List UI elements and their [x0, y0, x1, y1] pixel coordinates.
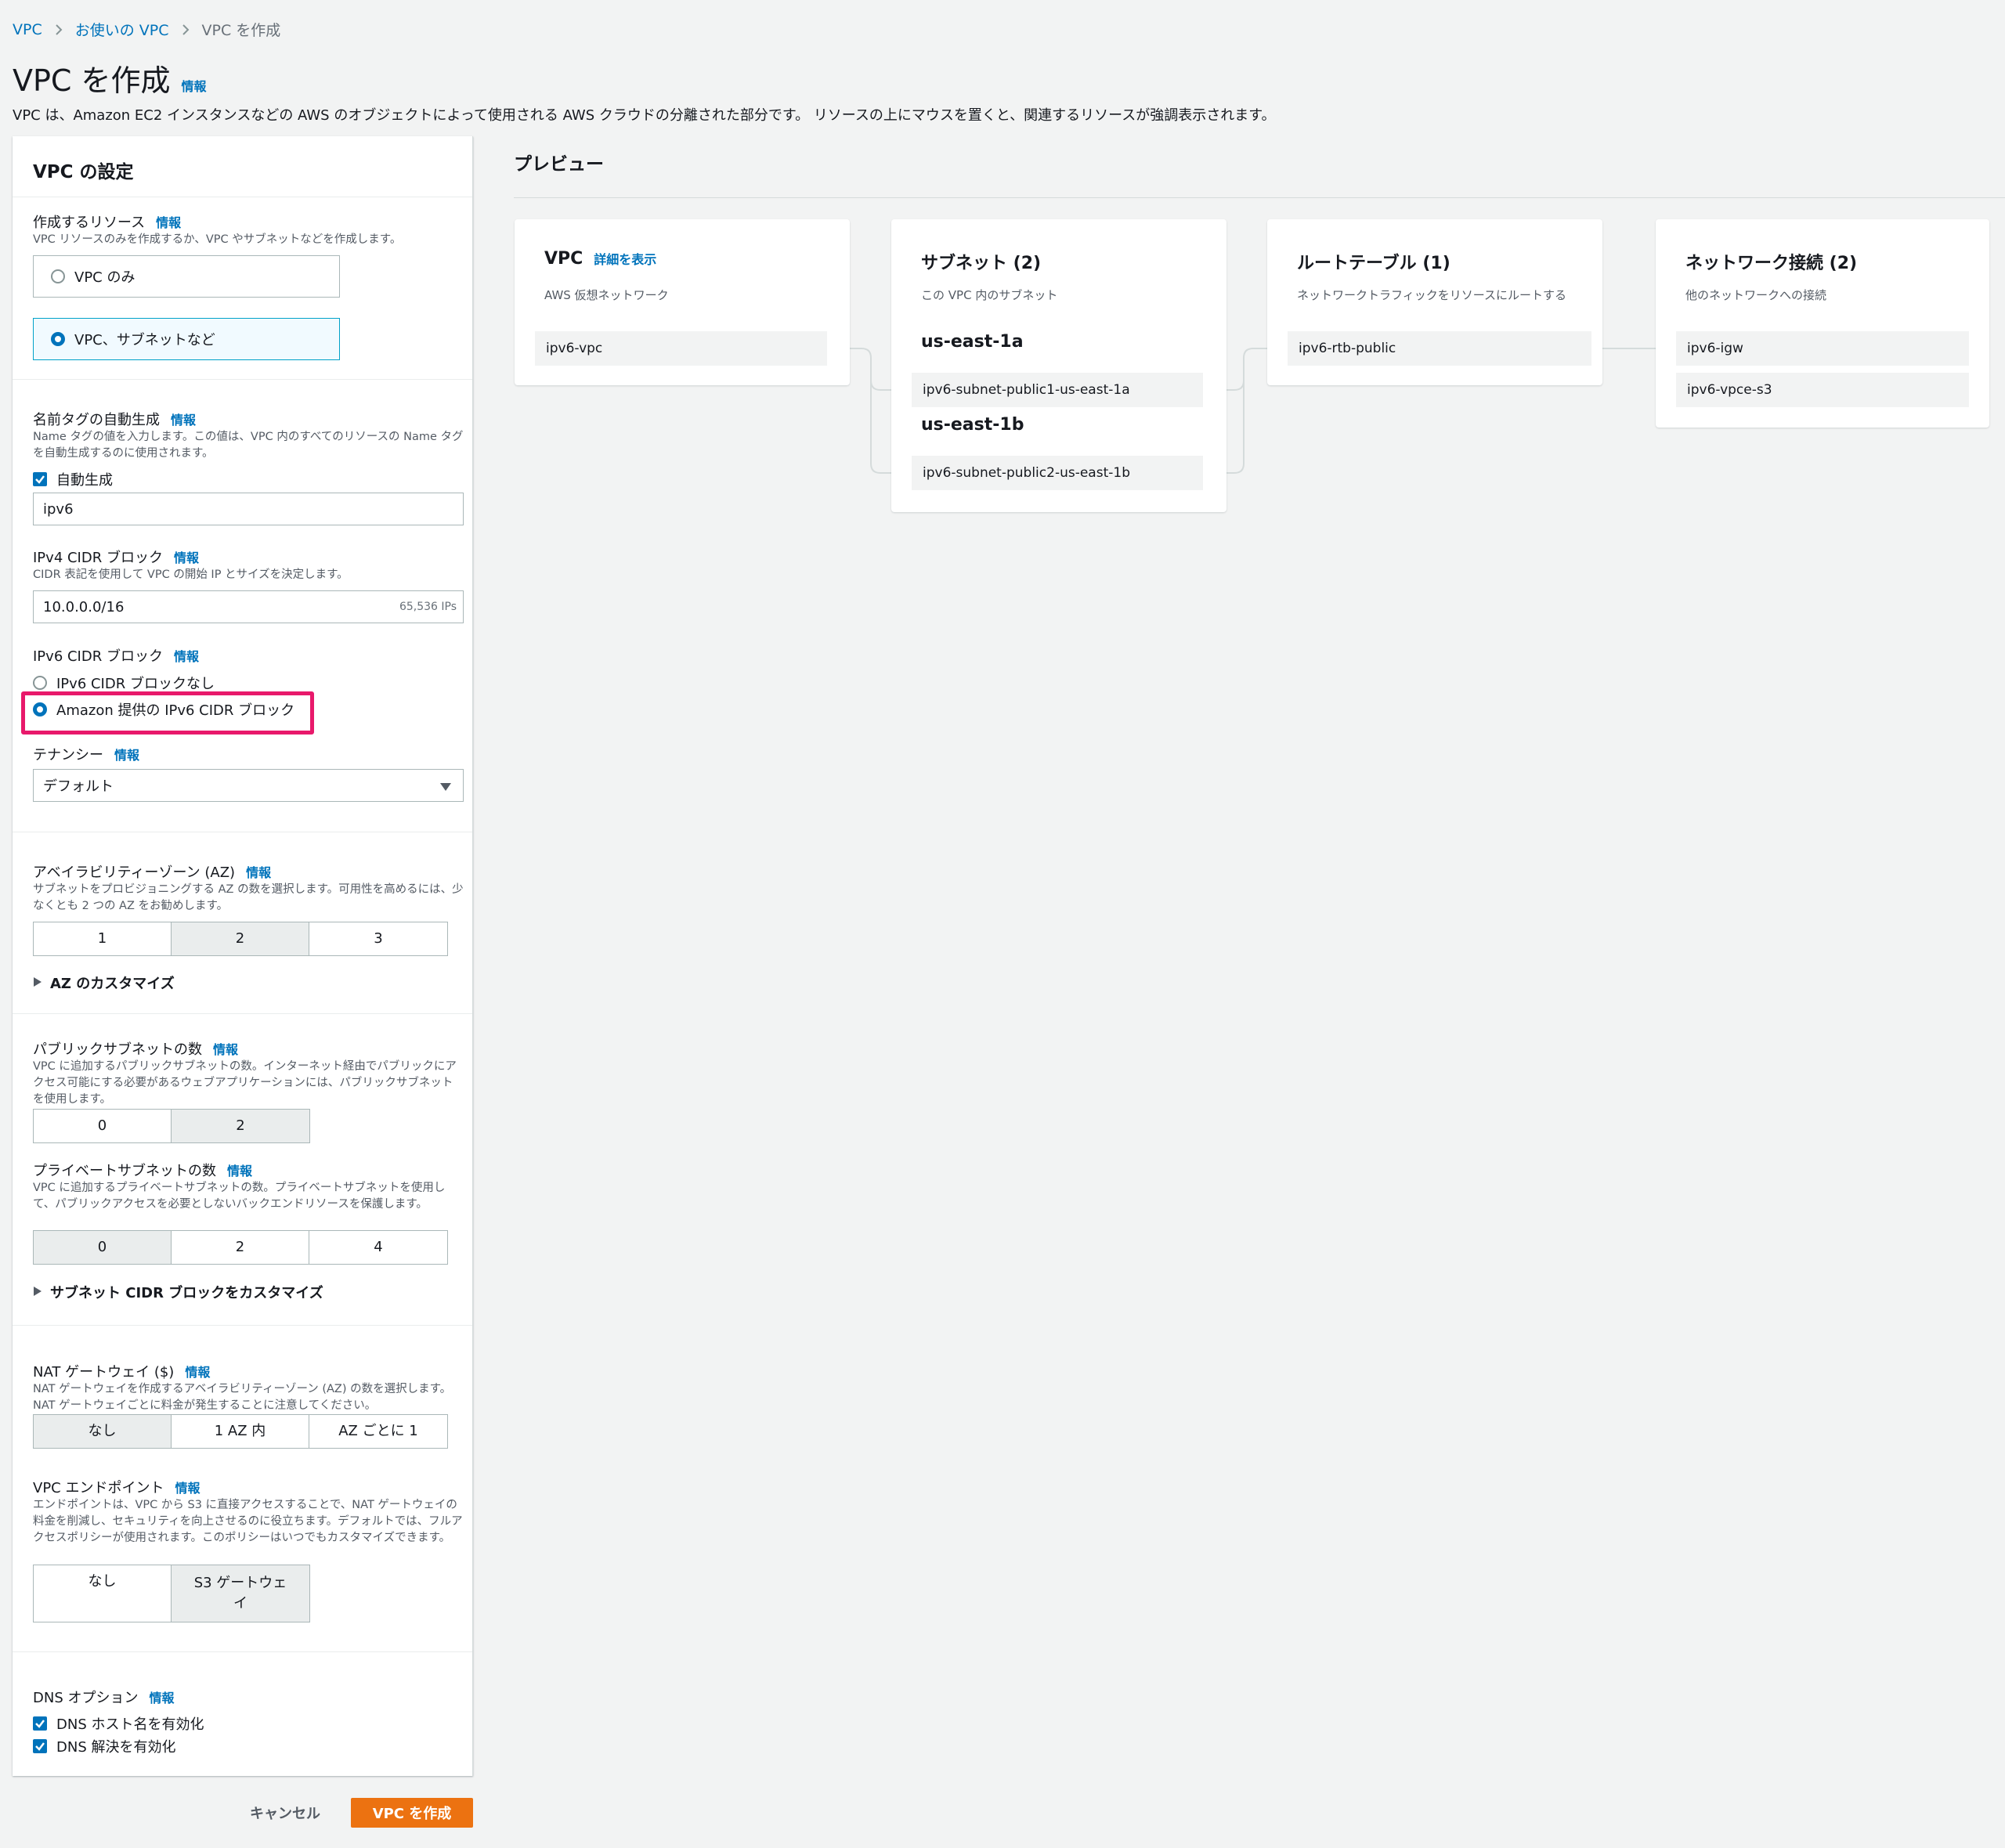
resource-node-igw[interactable]: ipv6-igw — [1676, 331, 1969, 366]
card-title: VPC 詳細を表示 — [544, 249, 656, 269]
card-title: ルートテーブル (1) — [1297, 254, 1450, 273]
card-subtitle: ネットワークトラフィックをリソースにルートする — [1297, 288, 1566, 302]
card-title-text: VPC — [544, 249, 583, 269]
preview-card-subnets: サブネット (2) この VPC 内のサブネット us-east-1a ipv6… — [891, 219, 1226, 512]
az-name: us-east-1b — [921, 415, 1024, 435]
preview-card-route-tables: ルートテーブル (1) ネットワークトラフィックをリソースにルートする ipv6… — [1267, 219, 1602, 385]
card-subtitle: この VPC 内のサブネット — [921, 288, 1058, 302]
resource-node-vpc[interactable]: ipv6-vpc — [535, 331, 827, 366]
card-title: ネットワーク接続 (2) — [1685, 254, 1858, 273]
preview-card-connections: ネットワーク接続 (2) 他のネットワークへの接続 ipv6-igw ipv6-… — [1656, 219, 1989, 428]
card-subtitle: 他のネットワークへの接続 — [1685, 288, 1827, 302]
details-link[interactable]: 詳細を表示 — [594, 249, 656, 268]
resource-node-vpce[interactable]: ipv6-vpce-s3 — [1676, 373, 1969, 407]
card-title: サブネット (2) — [921, 254, 1042, 273]
preview-card-vpc: VPC 詳細を表示 AWS 仮想ネットワーク ipv6-vpc — [515, 219, 850, 385]
resource-node-route-table[interactable]: ipv6-rtb-public — [1288, 331, 1591, 366]
az-name: us-east-1a — [921, 332, 1024, 352]
resource-node-subnet[interactable]: ipv6-subnet-public2-us-east-1b — [912, 456, 1203, 490]
card-subtitle: AWS 仮想ネットワーク — [544, 288, 669, 302]
resource-node-subnet[interactable]: ipv6-subnet-public1-us-east-1a — [912, 373, 1203, 407]
